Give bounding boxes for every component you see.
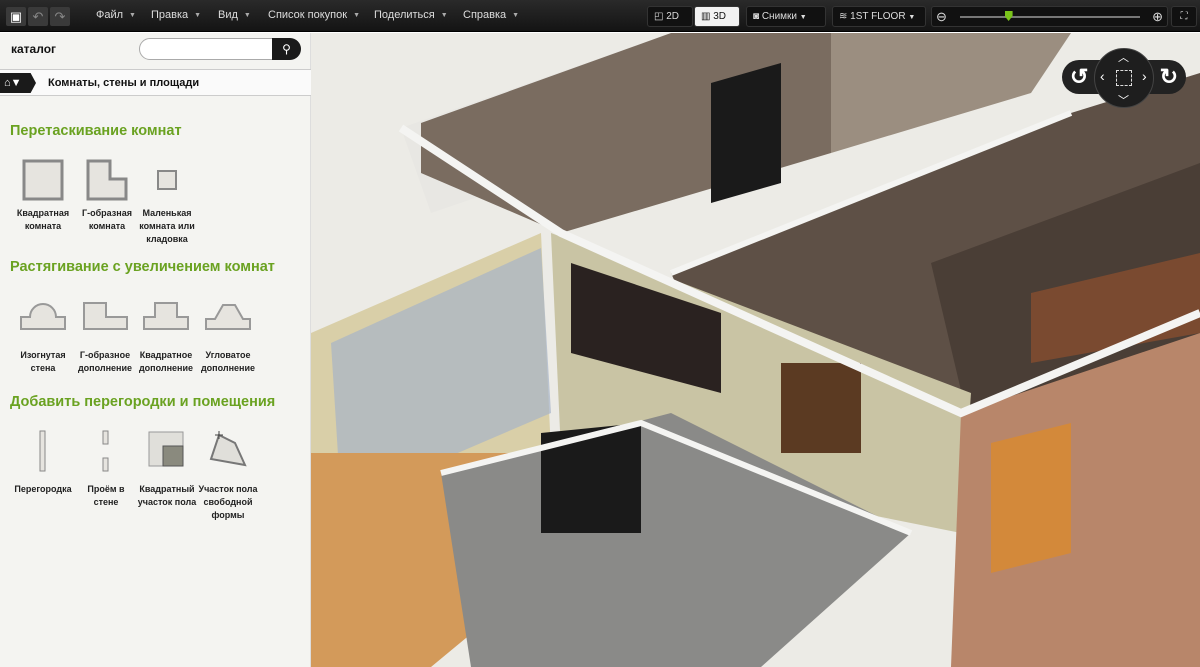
angled-addition-icon	[205, 304, 251, 330]
fullscreen-button[interactable]: ⛶	[1171, 6, 1197, 27]
menu-label: Поделиться	[374, 9, 435, 21]
pan-right-icon[interactable]: ›	[1142, 68, 1147, 84]
rotate-right-icon[interactable]: ↻	[1160, 64, 1178, 90]
item-label: Изогнутая стена	[20, 350, 66, 373]
l-addition-item[interactable]: Г-образное дополнение	[73, 295, 137, 375]
small-room-item[interactable]: Маленькая комната или кладовка	[135, 159, 199, 246]
zoom-control: ⊖ ⊕	[931, 6, 1168, 27]
home-icon: ⌂	[4, 77, 11, 89]
square-room-icon	[22, 159, 64, 201]
pan-left-icon[interactable]: ‹	[1100, 68, 1105, 84]
3d-house-render	[311, 33, 1200, 667]
item-label: Угловатое дополнение	[200, 350, 256, 373]
item-label: Проём в стене	[87, 484, 125, 507]
cube-icon: ▥	[701, 11, 711, 22]
camera-navigation-control[interactable]: ↺ ↻ ︿ ﹀ ‹ ›	[1062, 48, 1186, 108]
freeform-floor-icon	[209, 431, 247, 467]
label: 1ST FLOOR	[850, 11, 906, 22]
pan-down-icon[interactable]: ﹀	[1118, 92, 1129, 108]
section-title: Растягивание с увеличением комнат	[10, 259, 275, 275]
menu-help[interactable]: Справка ▼	[463, 9, 519, 21]
item-label: Перегородка	[14, 484, 72, 494]
section-title: Перетаскивание комнат	[10, 123, 182, 139]
small-room-icon	[157, 170, 177, 190]
zoom-out-icon[interactable]: ⊖	[936, 7, 947, 26]
menu-label: Вид	[218, 9, 238, 21]
label: Снимки	[761, 11, 797, 22]
partition-item[interactable]: Перегородка	[11, 429, 75, 496]
search-button[interactable]: ⚲	[272, 38, 301, 60]
menu-label: Список покупок	[268, 9, 348, 21]
center-view-icon[interactable]	[1116, 70, 1132, 86]
view-2d-button[interactable]: ◰ 2D	[647, 6, 693, 27]
freeform-floor-area-item[interactable]: Участок пола свободной формы	[196, 429, 260, 522]
l-addition-icon	[83, 302, 128, 330]
menu-edit[interactable]: Правка ▼	[151, 9, 201, 21]
label: 3D	[713, 11, 727, 22]
square-room-item[interactable]: Квадратная комната	[11, 159, 75, 233]
3d-viewport[interactable]: ↺ ↻ ︿ ﹀ ‹ ›	[311, 33, 1200, 667]
save-icon[interactable]: ▣	[6, 7, 26, 26]
search-icon: ⚲	[282, 42, 291, 56]
breadcrumb-label: Комнаты, стены и площади	[48, 77, 200, 89]
redo-icon[interactable]: ↷	[50, 7, 70, 26]
layers-icon: ≋	[839, 11, 848, 22]
menu-file[interactable]: Файл ▼	[96, 9, 136, 21]
menu-share[interactable]: Поделиться ▼	[374, 9, 448, 21]
wall-opening-item[interactable]: Проём в стене	[74, 429, 138, 509]
view-3d-button[interactable]: ▥ 3D	[694, 6, 740, 27]
top-toolbar: ▣ ↶ ↷ Файл ▼ Правка ▼ Вид ▼ Список покупок ▼…	[0, 0, 1200, 32]
catalog-label: каталог	[11, 42, 57, 56]
item-label: Квадратная комната	[16, 208, 70, 231]
label: 2D	[666, 11, 680, 22]
fullscreen-icon: ⛶	[1180, 11, 1188, 22]
floorplan-icon: ◰	[654, 11, 664, 22]
square-addition-icon	[143, 302, 189, 330]
catalog-sidebar: каталог ⚲ ⌂▼ Комнаты, стены и площади Пе…	[0, 33, 311, 667]
item-label: Квадратное дополнение	[138, 350, 194, 373]
curved-wall-icon	[20, 303, 66, 330]
l-shaped-room-item[interactable]: Г-образная комната	[75, 159, 139, 233]
square-addition-item[interactable]: Квадратное дополнение	[134, 295, 198, 375]
l-shaped-room-icon	[86, 159, 128, 201]
pan-up-icon[interactable]: ︿	[1118, 49, 1129, 65]
floor-selector[interactable]: ≋ 1ST FLOOR ▼	[832, 6, 926, 27]
zoom-slider[interactable]	[960, 16, 1140, 18]
zoom-in-icon[interactable]: ⊕	[1152, 7, 1163, 26]
menu-label: Правка	[151, 9, 189, 21]
menu-label: Справка	[463, 9, 507, 21]
menu-view[interactable]: Вид ▼	[218, 9, 251, 21]
search-input[interactable]	[139, 38, 273, 60]
curved-wall-item[interactable]: Изогнутая стена	[11, 295, 75, 375]
square-floor-area-item[interactable]: Квадратный участок пола	[135, 429, 199, 509]
item-label: Участок пола свободной формы	[198, 484, 258, 520]
camera-icon: ◙	[753, 11, 760, 22]
zoom-slider-thumb[interactable]	[1004, 11, 1013, 21]
wall-opening-icon	[102, 430, 109, 472]
angled-addition-item[interactable]: Угловатое дополнение	[196, 295, 260, 375]
item-label: Г-образная комната	[82, 208, 132, 231]
breadcrumb: ⌂▼ Комнаты, стены и площади	[0, 69, 311, 96]
home-dropdown[interactable]: ⌂▼	[0, 73, 36, 93]
undo-icon[interactable]: ↶	[28, 7, 48, 26]
item-label: Г-образное дополнение	[77, 350, 133, 373]
square-floor-icon	[148, 431, 184, 467]
menu-label: Файл	[96, 9, 124, 21]
menu-shopping-list[interactable]: Список покупок ▼	[268, 9, 360, 21]
snapshots-button[interactable]: ◙ Снимки ▼	[746, 6, 826, 27]
item-label: Маленькая комната или кладовка	[139, 208, 195, 244]
rotate-left-icon[interactable]: ↺	[1070, 64, 1088, 90]
item-label: Квадратный участок пола	[137, 484, 197, 507]
section-title: Добавить перегородки и помещения	[10, 394, 276, 410]
partition-icon	[39, 430, 46, 472]
